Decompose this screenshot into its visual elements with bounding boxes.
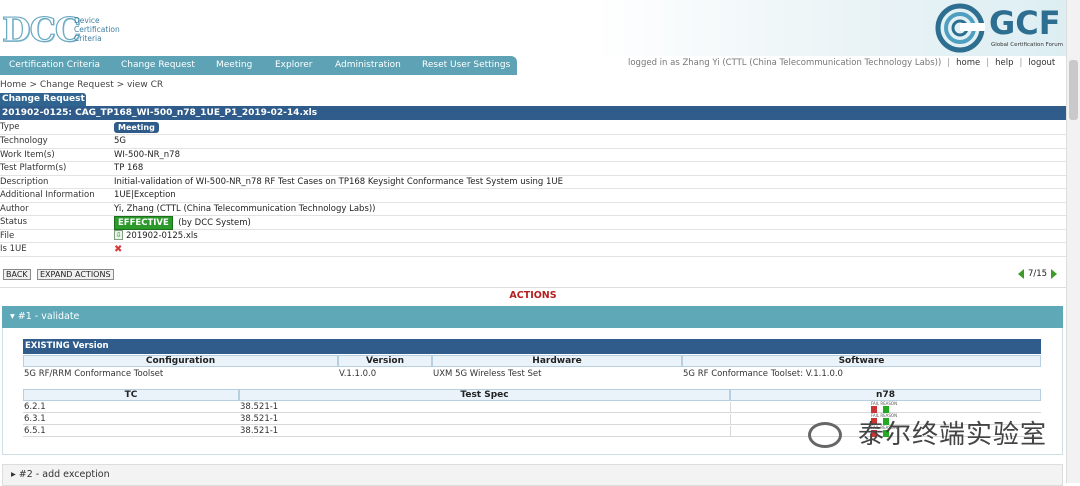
file-link[interactable]: 201902-0125.xls [126, 231, 198, 241]
help-link[interactable]: help [995, 58, 1013, 68]
tc-cell: 6.5.1 [24, 426, 46, 436]
logout-link[interactable]: logout [1028, 58, 1055, 68]
pager: 7/15 [1018, 268, 1058, 280]
watermark-text: 泰尔终端实验室 [858, 420, 1048, 450]
col-n78: n78 [730, 389, 1041, 401]
detail-row-author: Author Yi, Zhang (CTTL (China Telecommun… [0, 203, 1066, 216]
action-1-header[interactable]: ▾ #1 - validate [2, 306, 1063, 328]
detail-row-file: File ⇩ 201902-0125.xls [0, 230, 1066, 243]
table-row: 6.5.1 38.521-1 [23, 426, 730, 437]
detail-label: Test Platform(s) [0, 163, 67, 173]
detail-row-status: Status EFFECTIVE (by DCC System) [0, 216, 1066, 230]
detail-label: Work Item(s) [0, 149, 55, 160]
existing-version-header: EXISTING Version [23, 339, 1041, 354]
pass-flag-icon[interactable] [883, 406, 889, 413]
previous-arrow-icon[interactable] [1018, 268, 1024, 279]
nav-certification-criteria[interactable]: Certification Criteria [9, 56, 100, 75]
col-hardware: Hardware [432, 355, 682, 367]
user-bar: logged in as Zhang Yi (CTTL (China Telec… [628, 57, 1055, 69]
gcf-logo-letters: GCF [989, 4, 1061, 42]
detail-value: 1UE|Exception [114, 190, 176, 200]
detail-row-type: Type Meeting [0, 121, 1066, 135]
col-version: Version [338, 355, 432, 367]
table-row: 6.3.1 38.521-1 [23, 414, 730, 425]
next-arrow-icon[interactable] [1051, 268, 1058, 279]
vertical-scrollbar[interactable] [1066, 0, 1080, 483]
detail-label: Description [0, 176, 49, 187]
fail-flag-icon[interactable] [871, 406, 877, 413]
gcf-logo-subtitle: Global Certification Forum [991, 42, 1064, 48]
gcf-logo[interactable]: GCF Global Certification Forum [935, 3, 1075, 53]
nav-change-request[interactable]: Change Request [121, 56, 195, 75]
page-header: DCC Device Certification Criteria GCF Gl… [0, 0, 1080, 56]
detail-label: Is 1UE [0, 244, 27, 254]
col-tc: TC [23, 389, 239, 401]
detail-row-technology: Technology 5G [0, 135, 1066, 149]
detail-row-work-items: Work Item(s) WI-500-NR_n78 [0, 149, 1066, 162]
n78-cell: FAIL REASON [730, 402, 1041, 413]
detail-label: Additional Information [0, 190, 95, 200]
detail-row-is-1ue: Is 1UE ✖ [0, 243, 1066, 257]
detail-row-additional-info: Additional Information 1UE|Exception [0, 189, 1066, 203]
nav-meeting[interactable]: Meeting [216, 56, 252, 75]
detail-label: Type [0, 122, 20, 132]
separator: | [1019, 58, 1023, 68]
version-configuration: 5G RF/RRM Conformance Toolset [24, 369, 164, 379]
breadcrumb[interactable]: Home > Change Request > view CR [0, 80, 163, 90]
cr-title-bar: 201902-0125: CAG_TP168_WI-500_n78_1UE_P1… [0, 106, 1066, 120]
spec-cell: 38.521-1 [240, 426, 279, 436]
status-extra: (by DCC System) [178, 218, 251, 228]
separator: | [986, 58, 990, 68]
spec-cell: 38.521-1 [240, 402, 279, 412]
scrollbar-thumb[interactable] [1069, 60, 1078, 120]
gcf-swirl-icon [935, 3, 985, 53]
detail-row-test-platforms: Test Platform(s) TP 168 [0, 162, 1066, 176]
type-badge: Meeting [114, 122, 159, 133]
dcc-logo[interactable]: DCC Device Certification Criteria [1, 8, 132, 52]
pager-count: 7/15 [1028, 269, 1048, 279]
status-badge: EFFECTIVE [114, 216, 173, 230]
actions-heading: ACTIONS [0, 287, 1066, 303]
detail-value: Yi, Zhang (CTTL (China Telecommunication… [114, 203, 376, 214]
nav-administration[interactable]: Administration [335, 56, 401, 75]
nav-reset-user-settings[interactable]: Reset User Settings [422, 56, 510, 75]
dcc-logo-subtitle: Device Certification Criteria [74, 16, 120, 43]
detail-label: Author [0, 203, 29, 214]
spec-cell: 38.521-1 [240, 414, 279, 424]
tc-cell: 6.3.1 [24, 414, 46, 424]
detail-label: Technology [0, 136, 48, 146]
cross-icon: ✖ [114, 244, 123, 255]
nav-explorer[interactable]: Explorer [275, 56, 312, 75]
download-icon[interactable]: ⇩ [114, 230, 123, 240]
col-software: Software [682, 355, 1041, 367]
watermark: 泰尔终端实验室 [808, 418, 1058, 452]
separator: | [947, 58, 951, 68]
col-configuration: Configuration [23, 355, 338, 367]
version-software: 5G RF Conformance Toolset: V.1.1.0.0 [683, 369, 843, 379]
detail-row-description: Description Initial-validation of WI-500… [0, 176, 1066, 189]
detail-value: TP 168 [114, 163, 144, 173]
main-nav: Certification Criteria Change Request Me… [0, 56, 517, 75]
logged-in-text: logged in as Zhang Yi (CTTL (China Telec… [628, 58, 942, 68]
detail-value: 5G [114, 136, 126, 146]
detail-value: Initial-validation of WI-500-NR_n78 RF T… [114, 176, 563, 187]
tc-cell: 6.2.1 [24, 402, 46, 412]
detail-label: Status [0, 217, 28, 227]
home-link[interactable]: home [956, 58, 980, 68]
version-hardware: UXM 5G Wireless Test Set [433, 369, 542, 379]
section-tab-change-request: Change Request [0, 93, 86, 106]
chat-bubble-icon [808, 422, 842, 448]
expand-actions-button[interactable]: EXPAND ACTIONS [37, 269, 114, 280]
dcc-logo-letters: DCC [1, 9, 81, 49]
table-row: 6.2.1 38.521-1 [23, 402, 730, 413]
detail-value: WI-500-NR_n78 [114, 149, 180, 160]
col-test-spec: Test Spec [239, 389, 730, 401]
back-button[interactable]: BACK [3, 269, 31, 280]
detail-label: File [0, 230, 15, 241]
version-value: V.1.1.0.0 [339, 369, 377, 379]
